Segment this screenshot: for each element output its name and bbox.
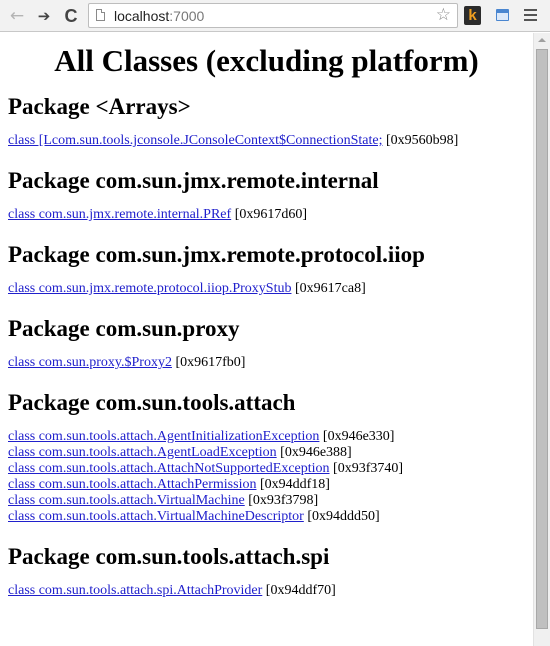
- forward-button[interactable]: ➔: [34, 5, 54, 27]
- reload-icon: C: [64, 6, 78, 26]
- class-row: class [Lcom.sun.tools.jconsole.JConsoleC…: [8, 133, 525, 149]
- class-row: class com.sun.tools.attach.AgentInitiali…: [8, 429, 525, 445]
- reload-button[interactable]: C: [61, 5, 81, 27]
- class-list: class com.sun.jmx.remote.internal.PRef […: [8, 207, 525, 223]
- class-link[interactable]: class com.sun.tools.attach.VirtualMachin…: [8, 509, 304, 524]
- class-address: [0x946e330]: [322, 429, 395, 444]
- vertical-scrollbar[interactable]: [533, 33, 550, 646]
- class-address: [0x94ddf70]: [265, 583, 336, 598]
- class-link[interactable]: class com.sun.proxy.$Proxy2: [8, 355, 172, 370]
- class-row: class com.sun.tools.attach.VirtualMachin…: [8, 509, 525, 525]
- class-address: [0x9617d60]: [234, 207, 308, 222]
- package-list: Package <Arrays> class [Lcom.sun.tools.jc…: [8, 93, 525, 599]
- scrollbar-thumb[interactable]: [536, 49, 548, 629]
- browser-toolbar: ← ➔ C localhost:7000 ☆ k: [0, 0, 550, 32]
- class-link[interactable]: class com.sun.jmx.remote.internal.PRef: [8, 207, 231, 222]
- class-row: class com.sun.tools.attach.spi.AttachPro…: [8, 583, 525, 599]
- class-link[interactable]: class com.sun.tools.attach.AttachNotSupp…: [8, 461, 330, 476]
- class-row: class com.sun.tools.attach.AgentLoadExce…: [8, 445, 525, 461]
- class-row: class com.sun.jmx.remote.protocol.iiop.P…: [8, 281, 525, 297]
- class-link[interactable]: class com.sun.tools.attach.AgentLoadExce…: [8, 445, 277, 460]
- package-heading: Package com.sun.jmx.remote.protocol.iiop: [8, 242, 425, 267]
- class-list: class com.sun.tools.attach.spi.AttachPro…: [8, 583, 525, 599]
- class-row: class com.sun.tools.attach.AttachNotSupp…: [8, 461, 525, 477]
- menu-hamburger-icon[interactable]: [524, 9, 537, 21]
- package-heading: Package com.sun.tools.attach.spi: [8, 544, 330, 569]
- class-address: [0x946e388]: [280, 445, 352, 460]
- class-address: [0x94ddf18]: [259, 477, 330, 492]
- package-section: Package <Arrays> class [Lcom.sun.tools.jc…: [8, 93, 525, 149]
- class-row: class com.sun.tools.attach.VirtualMachin…: [8, 493, 525, 509]
- address-bar[interactable]: localhost:7000 ☆: [88, 3, 458, 28]
- class-address: [0x9560b98]: [385, 133, 459, 148]
- class-address: [0x93f3798]: [248, 493, 319, 508]
- class-address: [0x9617ca8]: [294, 281, 366, 296]
- class-list: class com.sun.tools.attach.AgentInitiali…: [8, 429, 525, 525]
- class-link[interactable]: class com.sun.tools.attach.AgentInitiali…: [8, 429, 319, 444]
- page-title: All Classes (excluding platform): [54, 43, 479, 78]
- class-list: class [Lcom.sun.tools.jconsole.JConsoleC…: [8, 133, 525, 149]
- class-list: class com.sun.proxy.$Proxy2 [0x9617fb0]: [8, 355, 525, 371]
- back-button[interactable]: ←: [7, 5, 27, 27]
- scroll-up-arrow-icon[interactable]: [538, 38, 546, 42]
- class-link[interactable]: class com.sun.tools.attach.AttachPermiss…: [8, 477, 256, 492]
- package-heading: Package <Arrays>: [8, 94, 191, 119]
- package-heading: Package com.sun.tools.attach: [8, 390, 296, 415]
- class-address: [0x9617fb0]: [175, 355, 246, 370]
- bookmark-star-icon[interactable]: ☆: [436, 5, 451, 25]
- forward-arrow-icon: ➔: [37, 7, 51, 25]
- extension-k-icon[interactable]: k: [464, 6, 481, 25]
- package-section: Package com.sun.jmx.remote.protocol.iiop…: [8, 241, 525, 297]
- url-port: :7000: [169, 8, 205, 24]
- class-address: [0x94ddd50]: [307, 509, 380, 524]
- class-link[interactable]: class com.sun.tools.attach.spi.AttachPro…: [8, 583, 262, 598]
- package-section: Package com.sun.jmx.remote.internal class…: [8, 167, 525, 223]
- package-heading: Package com.sun.proxy: [8, 316, 240, 341]
- back-arrow-icon: ←: [9, 6, 25, 26]
- class-list: class com.sun.jmx.remote.protocol.iiop.P…: [8, 281, 525, 297]
- page-viewport: All Classes (excluding platform) Package…: [0, 33, 533, 646]
- url-host: localhost: [114, 8, 170, 24]
- class-row: class com.sun.proxy.$Proxy2 [0x9617fb0]: [8, 355, 525, 371]
- package-heading: Package com.sun.jmx.remote.internal: [8, 168, 379, 193]
- class-link[interactable]: class com.sun.jmx.remote.protocol.iiop.P…: [8, 281, 291, 296]
- page-icon: [96, 9, 105, 21]
- page-content: All Classes (excluding platform) Package…: [0, 43, 533, 599]
- package-section: Package com.sun.tools.attach class com.su…: [8, 389, 525, 525]
- class-row: class com.sun.jmx.remote.internal.PRef […: [8, 207, 525, 223]
- package-section: Package com.sun.proxy class com.sun.proxy…: [8, 315, 525, 371]
- url-text[interactable]: localhost:7000: [114, 7, 204, 25]
- extension-dashboard-icon[interactable]: [496, 9, 509, 21]
- package-section: Package com.sun.tools.attach.spi class co…: [8, 543, 525, 599]
- class-row: class com.sun.tools.attach.AttachPermiss…: [8, 477, 525, 493]
- class-link[interactable]: class [Lcom.sun.tools.jconsole.JConsoleC…: [8, 133, 382, 148]
- class-link[interactable]: class com.sun.tools.attach.VirtualMachin…: [8, 493, 245, 508]
- class-address: [0x93f3740]: [333, 461, 404, 476]
